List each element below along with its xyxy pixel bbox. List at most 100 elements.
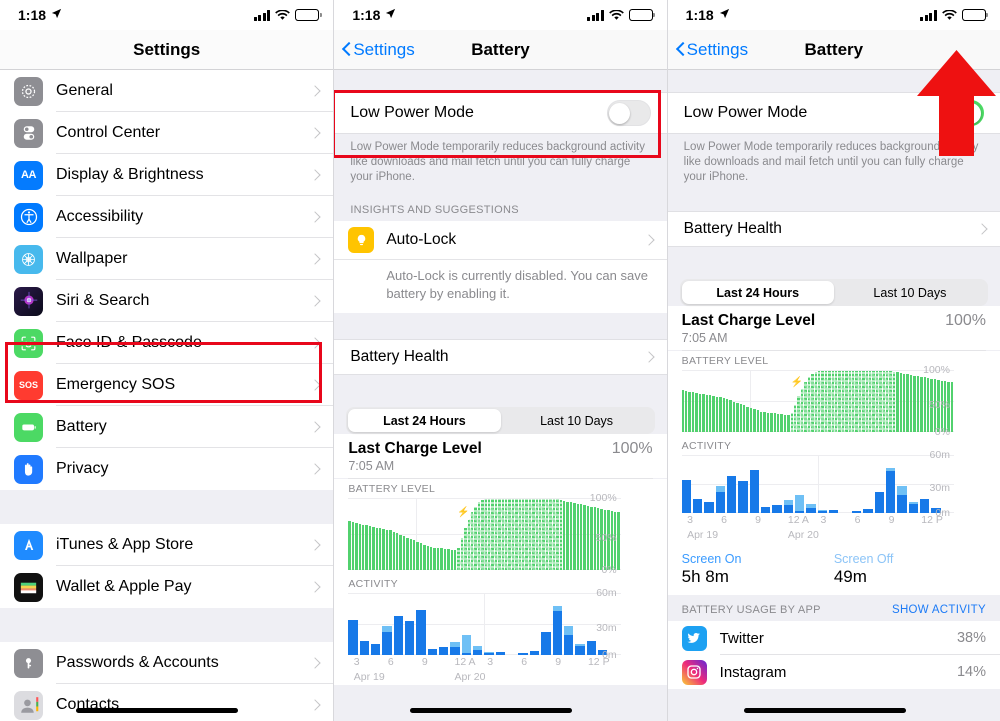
status-time: 1:18 (352, 7, 381, 23)
battery-health-row[interactable]: Battery Health (334, 339, 667, 375)
time-range-segmented-control[interactable]: Last 24 Hours Last 10 Days (679, 279, 988, 306)
segment-last-10-days[interactable]: Last 10 Days (834, 281, 986, 304)
battery-health-row[interactable]: Battery Health (667, 211, 1000, 247)
battery-level-bar (556, 499, 559, 570)
battery-icon-yellow (961, 9, 989, 21)
status-time: 1:18 (685, 7, 714, 23)
battery-level-bar (569, 502, 573, 570)
insight-item-auto-lock[interactable]: Auto-Lock (334, 221, 667, 259)
x-tick: 12 A (787, 514, 809, 526)
sidebar-item-label: Battery (56, 418, 107, 435)
battery-level-bar (838, 371, 841, 432)
back-button-label: Settings (686, 39, 749, 59)
red-up-arrow (914, 48, 999, 158)
display-brightness-icon: AA (14, 160, 43, 190)
last-charge-level-label: Last Charge Level (681, 312, 816, 329)
y-tick: 30m (929, 482, 950, 495)
battery-level-bar (858, 371, 862, 432)
sidebar-item-privacy[interactable]: Privacy (0, 448, 334, 490)
list-item[interactable]: Instagram 14% (667, 655, 1000, 689)
screen-off-label: Screen Off (833, 552, 894, 566)
sidebar-item-label: Passwords & Accounts (56, 654, 219, 671)
activity-bar (874, 491, 884, 513)
battery-level-chart-title: BATTERY LEVEL (348, 483, 436, 495)
segment-last-24-hours[interactable]: Last 24 Hours (348, 409, 501, 432)
activity-bar (371, 643, 381, 655)
battery-level-bar (518, 499, 522, 570)
chevron-right-icon (309, 169, 321, 181)
activity-bar (416, 609, 426, 655)
status-bar-left: 1:18 (18, 7, 62, 23)
cellular-signal-icon (587, 9, 604, 21)
low-power-mode-toggle[interactable] (606, 100, 651, 126)
panel-battery-low-power-on: 1:18 Settings Battery Low Power Mode Low… (666, 0, 1000, 721)
battery-level-bar (501, 499, 505, 570)
chevron-right-icon (642, 234, 655, 246)
sidebar-item-wallpaper[interactable]: Wallpaper (0, 238, 334, 280)
sidebar-item-wallet-apple-pay[interactable]: Wallet & Apple Pay (0, 566, 334, 608)
low-power-mode-footnote: Low Power Mode temporarily reduces backg… (334, 134, 667, 195)
sidebar-item-emergency-sos[interactable]: SOS Emergency SOS (0, 364, 334, 406)
sidebar-item-siri-search[interactable]: Siri & Search (0, 280, 334, 322)
battery-level-bar (477, 502, 481, 570)
sidebar-item-accessibility[interactable]: Accessibility (0, 196, 334, 238)
battery-level-bar (770, 413, 773, 432)
sidebar-item-control-center[interactable]: Control Center (0, 112, 334, 154)
chevron-right-icon (309, 463, 321, 475)
location-arrow-icon (51, 8, 62, 22)
sidebar-item-battery[interactable]: Battery (0, 406, 334, 448)
settings-scroll-area[interactable]: General Control Center AA Display & Brig… (0, 70, 334, 721)
time-range-segmented-control[interactable]: Last 24 Hours Last 10 Days (346, 407, 655, 434)
activity-bar (727, 476, 737, 513)
settings-group-1: General Control Center AA Display & Brig… (0, 70, 334, 490)
x-tick: 3 (353, 656, 360, 668)
privacy-hand-icon (14, 454, 43, 484)
battery-level-y-axis: 100% 50% 0% (575, 492, 617, 576)
battery-level-bar (481, 500, 484, 570)
home-indicator (743, 708, 906, 713)
battery-level-bar (406, 537, 409, 570)
sidebar-item-itunes-app-store[interactable]: iTunes & App Store (0, 524, 334, 566)
battery-level-bar (869, 371, 872, 432)
activity-y-axis: 60m 30m 0m (908, 449, 950, 519)
battery-level-bar (855, 371, 858, 432)
battery-level-bar (539, 499, 542, 570)
instagram-icon (681, 659, 707, 685)
last-charge-time: 7:05 AM (348, 459, 395, 473)
battery-level-bar (899, 373, 903, 432)
y-tick: 30m (596, 622, 617, 635)
back-button[interactable]: Settings (342, 40, 414, 60)
sidebar-item-face-id-passcode[interactable]: Face ID & Passcode (0, 322, 334, 364)
segment-last-10-days[interactable]: Last 10 Days (501, 409, 653, 432)
battery-level-bar (402, 536, 406, 570)
battery-level-bar (372, 526, 375, 570)
battery-level-bar (389, 530, 392, 570)
battery-level-bar (457, 548, 460, 570)
show-activity-button[interactable]: SHOW ACTIVITY (892, 604, 986, 616)
y-tick: 100% (923, 364, 950, 376)
sidebar-item-passwords-accounts[interactable]: Passwords & Accounts (0, 642, 334, 684)
battery-level-bar (559, 500, 562, 570)
activity-x-axis: 3 6 9 12 A 3 6 9 12 P Apr 19 Apr 20 (682, 513, 954, 543)
sidebar-item-contacts[interactable]: Contacts (0, 684, 334, 721)
status-bar-panel1: 1:18 (0, 0, 334, 30)
battery-page-scroll[interactable]: Low Power Mode Low Power Mode temporaril… (334, 70, 667, 721)
sidebar-item-general[interactable]: General (0, 70, 334, 112)
battery-level-bar (443, 549, 447, 570)
nav-bar-settings: Settings (0, 30, 334, 70)
list-item[interactable]: Twitter 38% (667, 621, 1000, 655)
battery-page-scroll[interactable]: Low Power Mode Low Power Mode temporaril… (667, 70, 1000, 721)
x-tick: 9 (421, 656, 428, 668)
battery-level-bar (817, 371, 821, 432)
chevron-right-icon (309, 657, 321, 669)
battery-level-bar (875, 371, 879, 432)
sidebar-item-display-brightness[interactable]: AA Display & Brightness (0, 154, 334, 196)
battery-level-bar (702, 394, 705, 432)
face-id-icon (14, 328, 43, 358)
status-bar-panel2: 1:18 (334, 0, 667, 30)
app-store-icon (14, 530, 43, 560)
segment-last-24-hours[interactable]: Last 24 Hours (681, 281, 834, 304)
low-power-mode-row[interactable]: Low Power Mode (334, 92, 667, 134)
back-button[interactable]: Settings (676, 40, 748, 60)
key-icon (14, 648, 43, 678)
